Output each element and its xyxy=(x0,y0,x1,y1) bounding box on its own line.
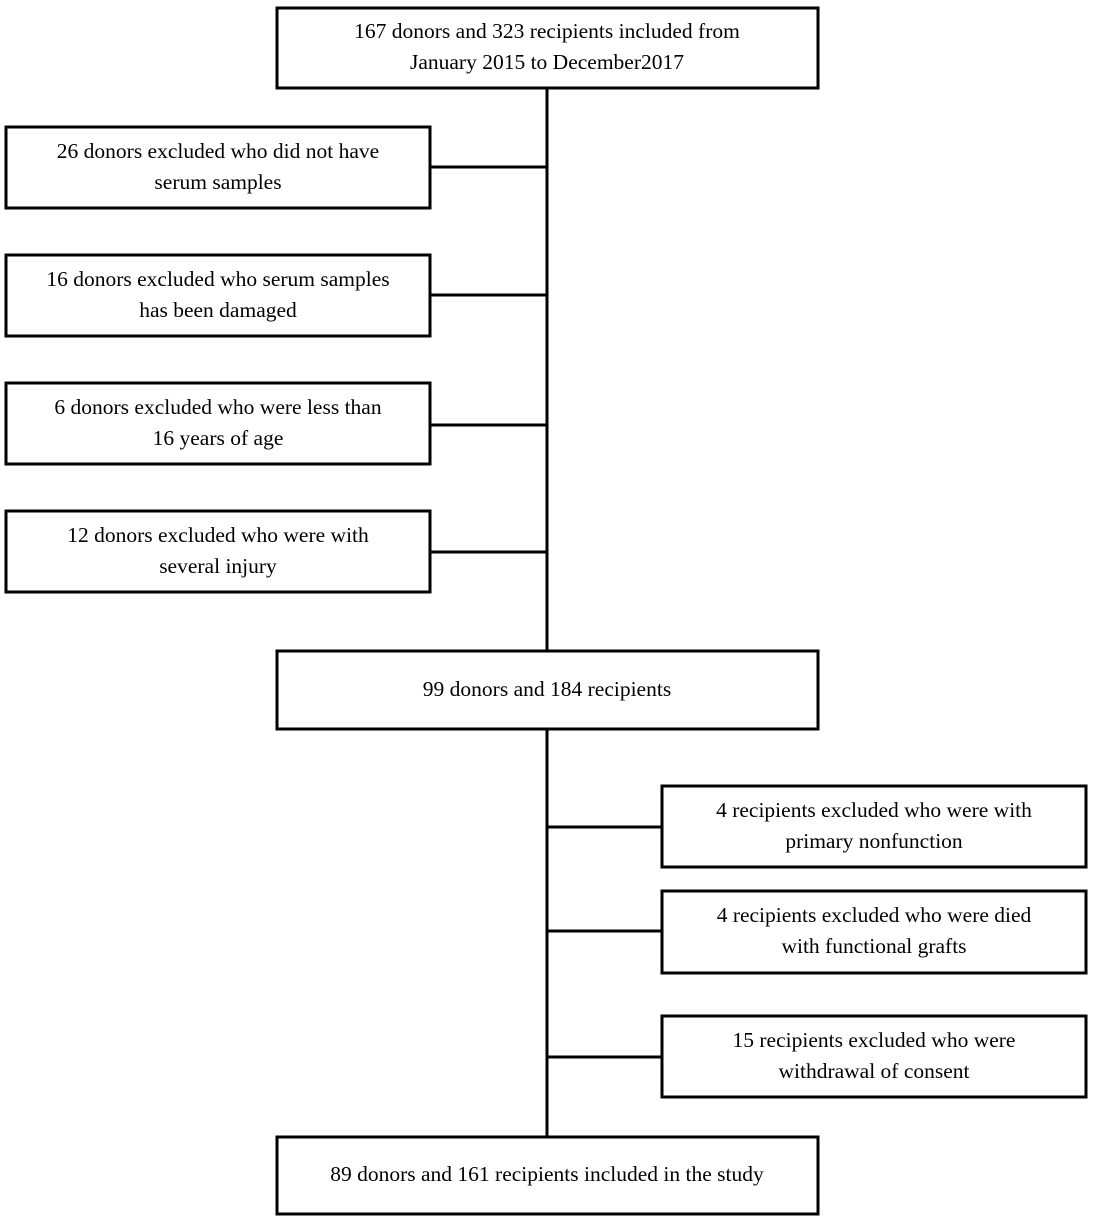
node-final-study-population: 89 donors and 161 recipients included in… xyxy=(275,1135,820,1216)
recipient-exclusion-3: 15 recipients excluded who were withdraw… xyxy=(660,1014,1088,1099)
node-after-donor-exclusions: 99 donors and 184 recipients xyxy=(275,649,820,731)
flowchart-container: 167 donors and 323 recipients included f… xyxy=(0,0,1093,1225)
donor-exclusion-2: 16 donors excluded who serum samples has… xyxy=(4,253,432,338)
node-enrolled-line1: 167 donors and 323 recipients included f… xyxy=(354,19,740,43)
connector-lines xyxy=(430,88,662,1137)
donor-exclusion-4-line2: several injury xyxy=(159,554,277,578)
donor-exclusion-4-line1: 12 donors excluded who were with xyxy=(67,523,369,547)
recipient-exclusion-1: 4 recipients excluded who were with prim… xyxy=(660,784,1088,869)
recipient-exclusion-3-line2: withdrawal of consent xyxy=(778,1059,969,1083)
donor-exclusion-1: 26 donors excluded who did not have seru… xyxy=(4,125,432,210)
donor-exclusion-1-line2: serum samples xyxy=(154,170,281,194)
donor-exclusion-2-line2: has been damaged xyxy=(139,298,297,322)
node-enrolled-line2: January 2015 to December2017 xyxy=(410,50,684,74)
recipient-exclusion-1-line1: 4 recipients excluded who were with xyxy=(716,798,1032,822)
donor-exclusion-3-line2: 16 years of age xyxy=(153,426,284,450)
donor-exclusion-3: 6 donors excluded who were less than 16 … xyxy=(4,381,432,466)
node-final-study-population-line1: 89 donors and 161 recipients included in… xyxy=(330,1162,764,1186)
node-enrolled: 167 donors and 323 recipients included f… xyxy=(275,6,820,90)
recipient-exclusion-2: 4 recipients excluded who were died with… xyxy=(660,889,1088,975)
donor-exclusion-1-line1: 26 donors excluded who did not have xyxy=(57,139,379,163)
recipient-exclusion-2-line1: 4 recipients excluded who were died xyxy=(717,903,1032,927)
flowchart-canvas: 167 donors and 323 recipients included f… xyxy=(4,6,1088,1216)
donor-exclusion-4: 12 donors excluded who were with several… xyxy=(4,509,432,594)
donor-exclusion-3-line1: 6 donors excluded who were less than xyxy=(54,395,381,419)
node-after-donor-exclusions-line1: 99 donors and 184 recipients xyxy=(423,677,671,701)
recipient-exclusion-3-line1: 15 recipients excluded who were xyxy=(733,1028,1016,1052)
recipient-exclusion-2-line2: with functional grafts xyxy=(781,934,966,958)
recipient-exclusion-1-line2: primary nonfunction xyxy=(785,829,963,853)
donor-exclusion-2-line1: 16 donors excluded who serum samples xyxy=(46,267,389,291)
